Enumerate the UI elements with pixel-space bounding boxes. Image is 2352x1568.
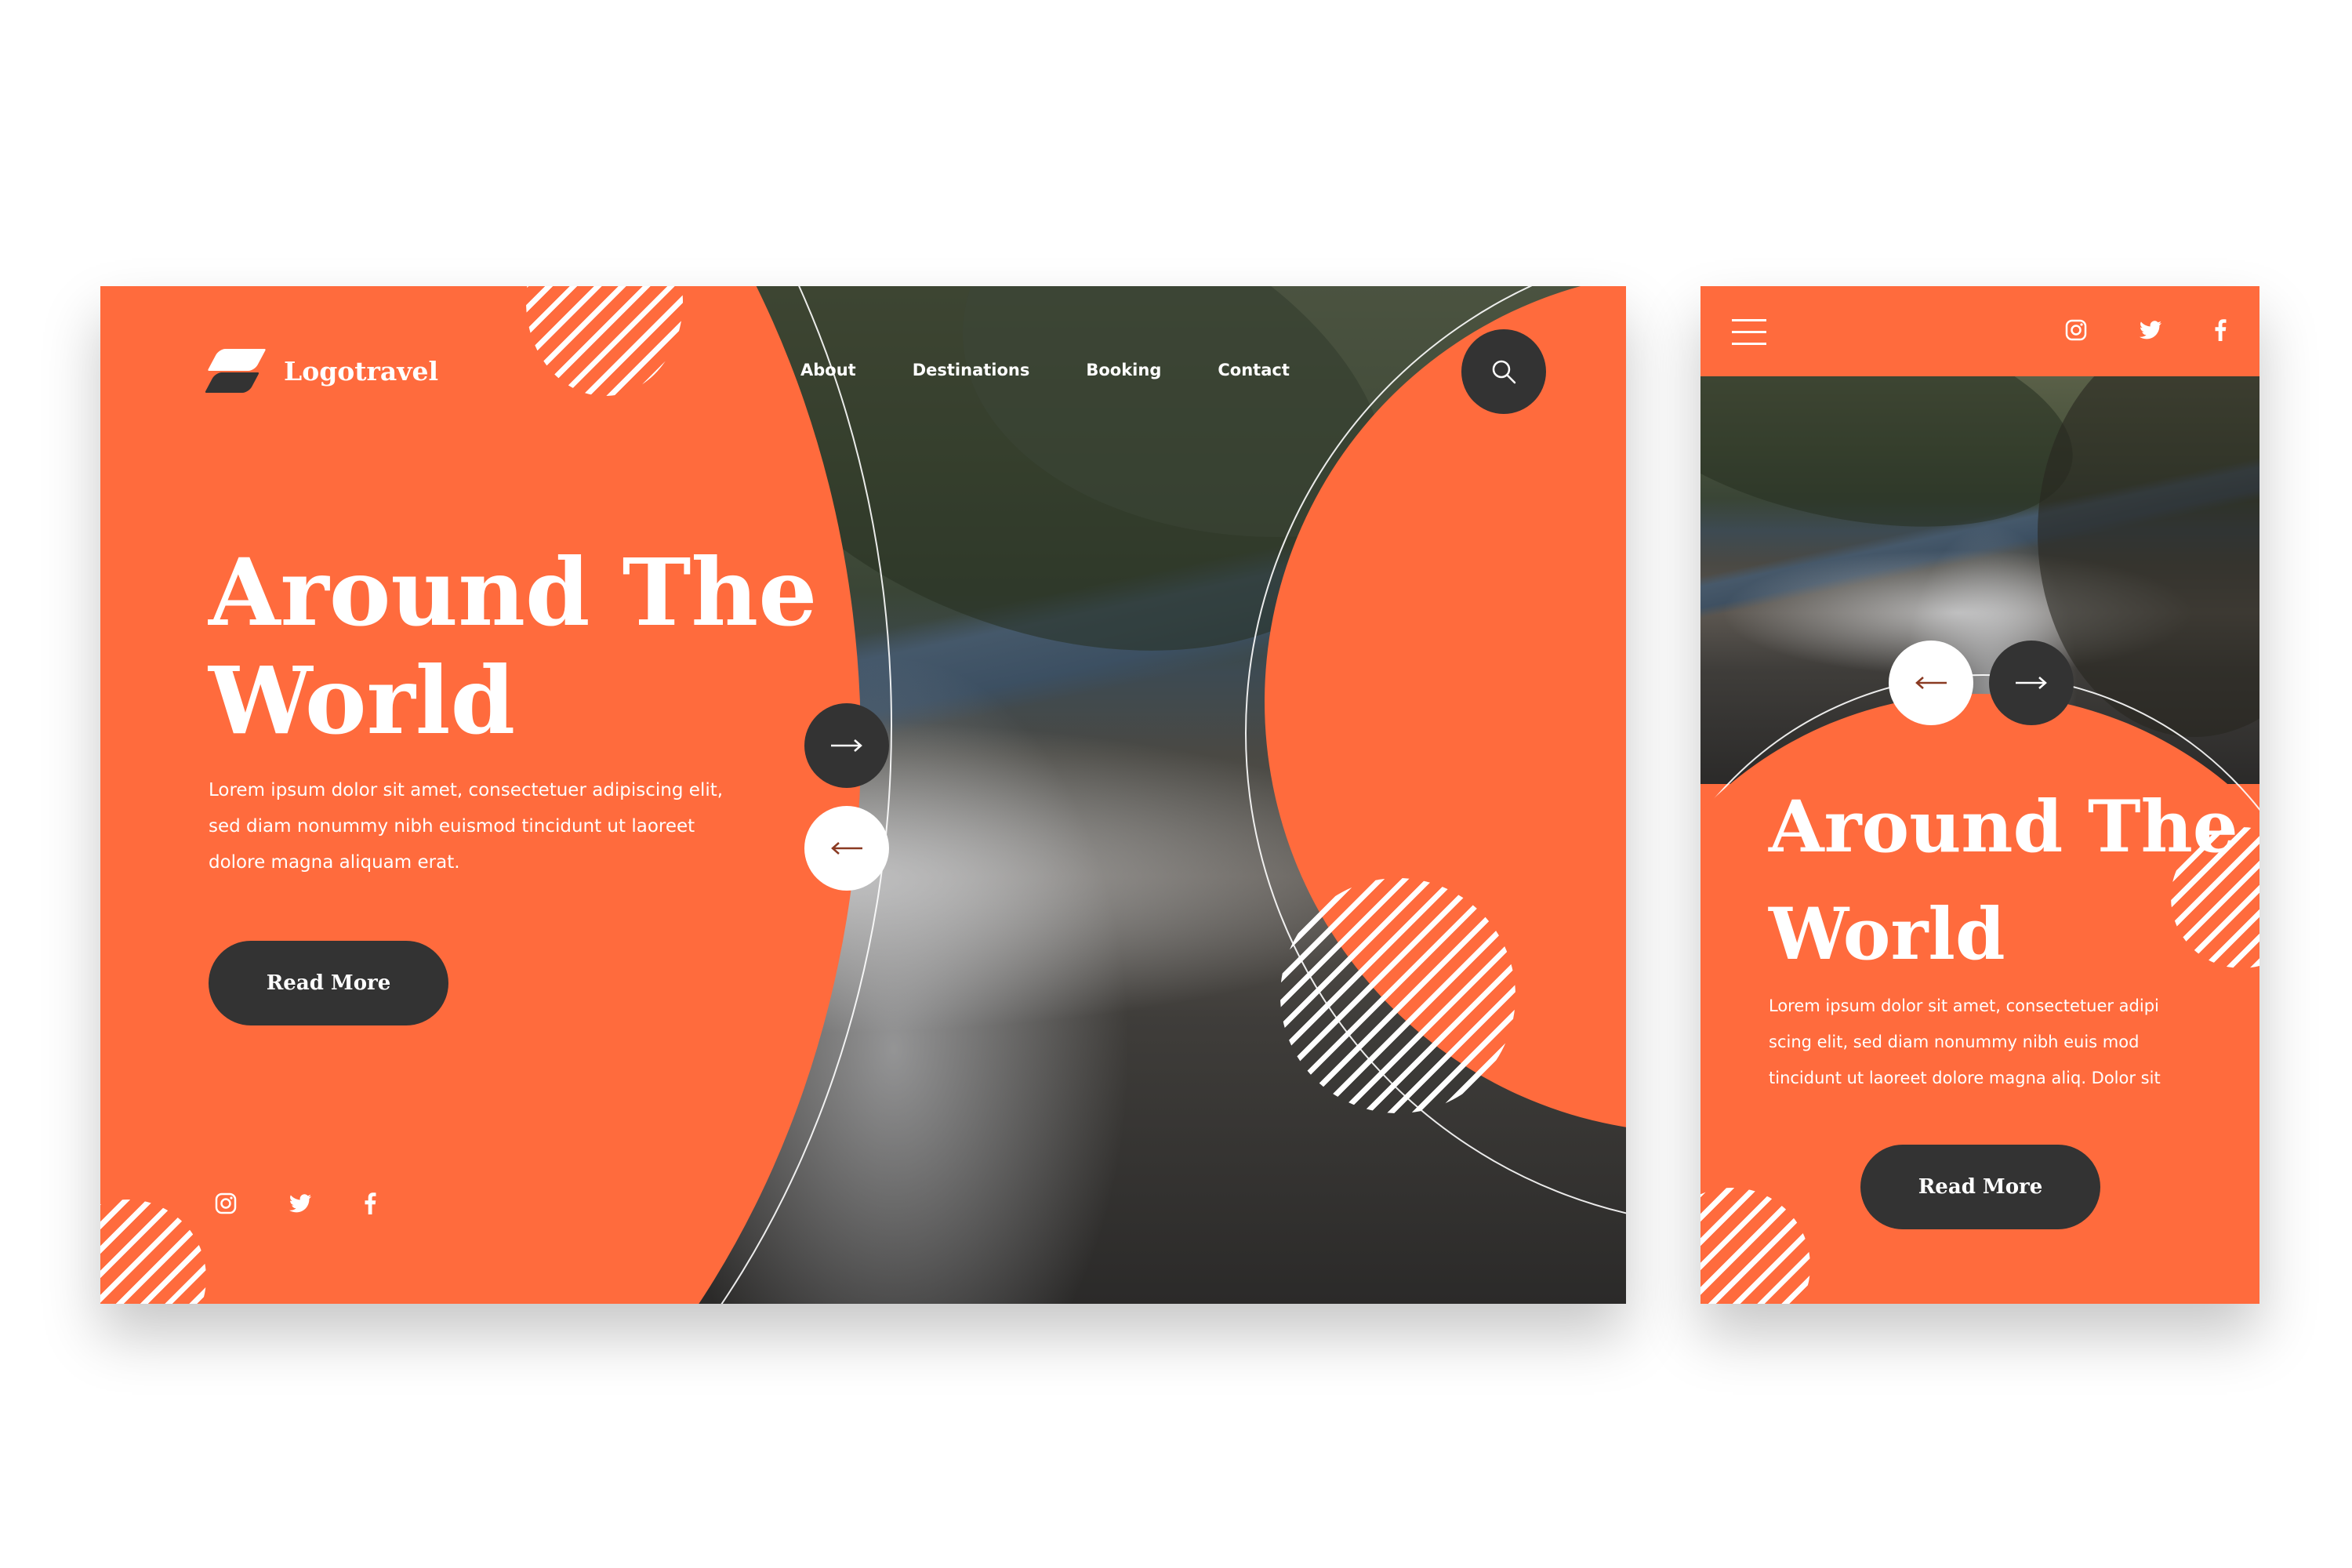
- social-links: [215, 1192, 376, 1214]
- facebook-icon[interactable]: [364, 1192, 376, 1214]
- next-slide-button[interactable]: [1989, 641, 2074, 725]
- search-icon: [1492, 360, 1516, 384]
- twitter-icon[interactable]: [289, 1193, 312, 1214]
- arrow-left-icon: [831, 842, 862, 855]
- read-more-button[interactable]: Read More: [1860, 1145, 2100, 1229]
- hero-description-line: scing elit, sed diam nonummy nibh euis m…: [1769, 1033, 2140, 1051]
- brand-logo[interactable]: Logotravel: [205, 349, 439, 393]
- prev-slide-button[interactable]: [804, 806, 889, 891]
- mobile-hero-title: Around The World: [1769, 774, 2238, 989]
- hero-description-line: sed diam nonummy nibh euismod tincidunt …: [209, 816, 695, 837]
- hero-title-line-2: World: [209, 646, 516, 755]
- mobile-social-links: [2065, 319, 2227, 341]
- mobile-landing-page: Around The World Lorem ipsum dolor sit a…: [1700, 286, 2259, 1304]
- hero-description-line: dolore magna aliquam erat.: [209, 852, 460, 873]
- logo-mark-icon: [205, 349, 267, 393]
- hero-title: Around The World: [209, 539, 817, 755]
- nav-link-booking[interactable]: Booking: [1086, 361, 1161, 379]
- prev-slide-button[interactable]: [1889, 641, 1973, 725]
- hero-description-line: tincidunt ut laoreet dolore magna aliq. …: [1769, 1069, 2161, 1087]
- desktop-landing-page: Logotravel About Destinations Booking Co…: [100, 286, 1626, 1304]
- hero-title-line-1: Around The: [209, 538, 818, 647]
- read-more-button[interactable]: Read More: [209, 941, 448, 1025]
- main-nav: About Destinations Booking Contact: [800, 361, 1346, 379]
- instagram-icon[interactable]: [2065, 319, 2087, 341]
- hero-title-line-2: World: [1769, 893, 2005, 976]
- hero-description-line: Lorem ipsum dolor sit amet, consectetuer…: [209, 780, 724, 800]
- hamburger-menu-icon[interactable]: [1732, 319, 1766, 354]
- nav-link-contact[interactable]: Contact: [1218, 361, 1290, 379]
- nav-link-about[interactable]: About: [800, 361, 856, 379]
- mobile-hero-description: Lorem ipsum dolor sit amet, consectetuer…: [1769, 988, 2161, 1096]
- striped-circle-decoration: [1280, 878, 1515, 1113]
- hero-description-line: Lorem ipsum dolor sit amet, consectetuer…: [1769, 996, 2159, 1015]
- arrow-right-icon: [831, 739, 862, 752]
- brand-name: Logotravel: [284, 355, 439, 387]
- arrow-right-icon: [2016, 677, 2047, 689]
- nav-link-destinations[interactable]: Destinations: [913, 361, 1030, 379]
- instagram-icon[interactable]: [215, 1192, 237, 1214]
- twitter-icon[interactable]: [2139, 320, 2162, 340]
- read-more-label: Read More: [266, 971, 391, 995]
- hero-description: Lorem ipsum dolor sit amet, consectetuer…: [209, 772, 723, 880]
- read-more-label: Read More: [1918, 1175, 2043, 1199]
- hero-title-line-1: Around The: [1769, 786, 2238, 869]
- next-slide-button[interactable]: [804, 703, 889, 788]
- facebook-icon[interactable]: [2214, 319, 2227, 341]
- search-button[interactable]: [1461, 329, 1546, 414]
- arrow-left-icon: [1915, 677, 1947, 689]
